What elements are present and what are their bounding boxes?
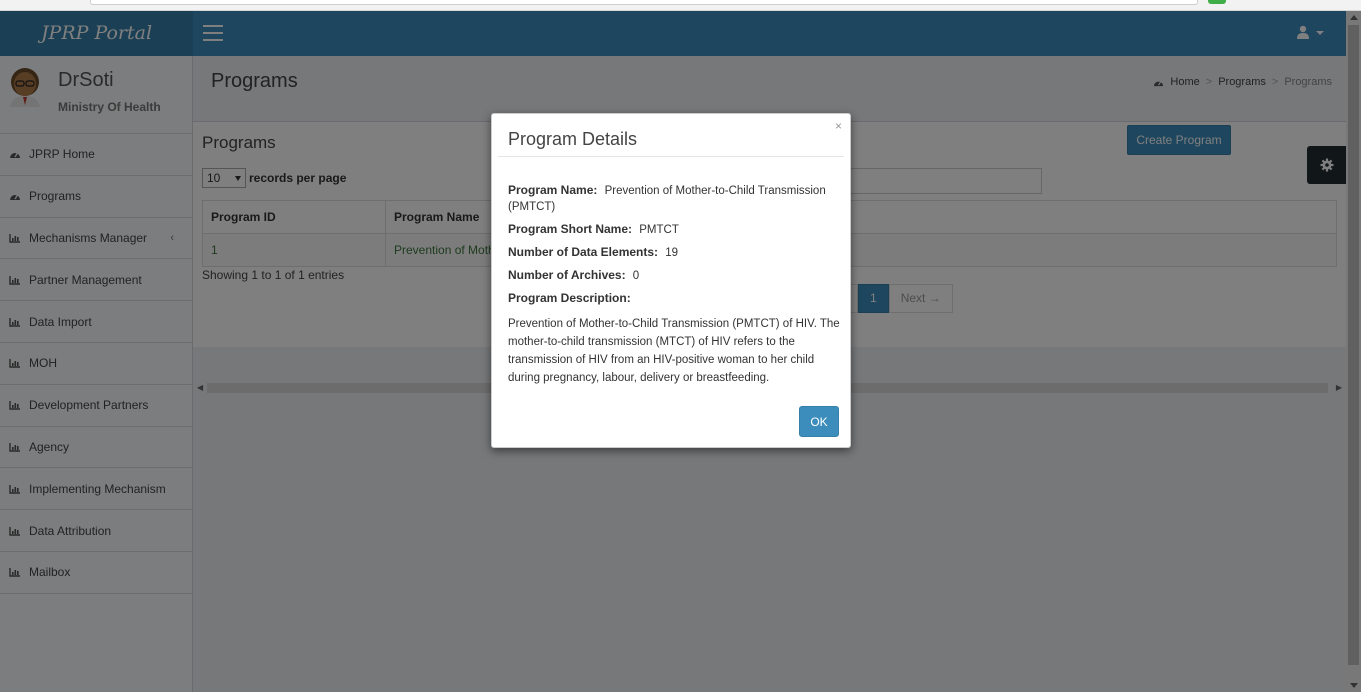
modal-body: Program Name: Prevention of Mother-to-Ch… [508, 182, 840, 387]
archives-label: Number of Archives: [508, 268, 626, 282]
data-elements-label: Number of Data Elements: [508, 245, 659, 259]
address-bar[interactable] [90, 0, 1198, 5]
ok-button[interactable]: OK [799, 406, 839, 437]
extension-icon[interactable] [1208, 0, 1226, 4]
modal-title: Program Details [508, 129, 638, 149]
modal-header: Program Details [498, 128, 844, 157]
data-elements-row: Number of Data Elements: 19 [508, 244, 840, 261]
archives-row: Number of Archives: 0 [508, 267, 840, 284]
description-label: Program Description: [508, 291, 631, 305]
program-details-modal: × Program Details Program Name: Preventi… [491, 113, 851, 448]
description-text: Prevention of Mother-to-Child Transmissi… [508, 318, 840, 384]
data-elements-value: 19 [665, 247, 679, 259]
archives-value: 0 [632, 270, 640, 282]
short-name-row: Program Short Name: PMTCT [508, 221, 840, 238]
browser-top-strip [0, 0, 1361, 11]
description-row: Program Description: [508, 290, 840, 307]
short-name-value: PMTCT [639, 224, 679, 236]
program-name-row: Program Name: Prevention of Mother-to-Ch… [508, 182, 840, 215]
program-name-label: Program Name: [508, 183, 598, 197]
short-name-label: Program Short Name: [508, 222, 633, 236]
